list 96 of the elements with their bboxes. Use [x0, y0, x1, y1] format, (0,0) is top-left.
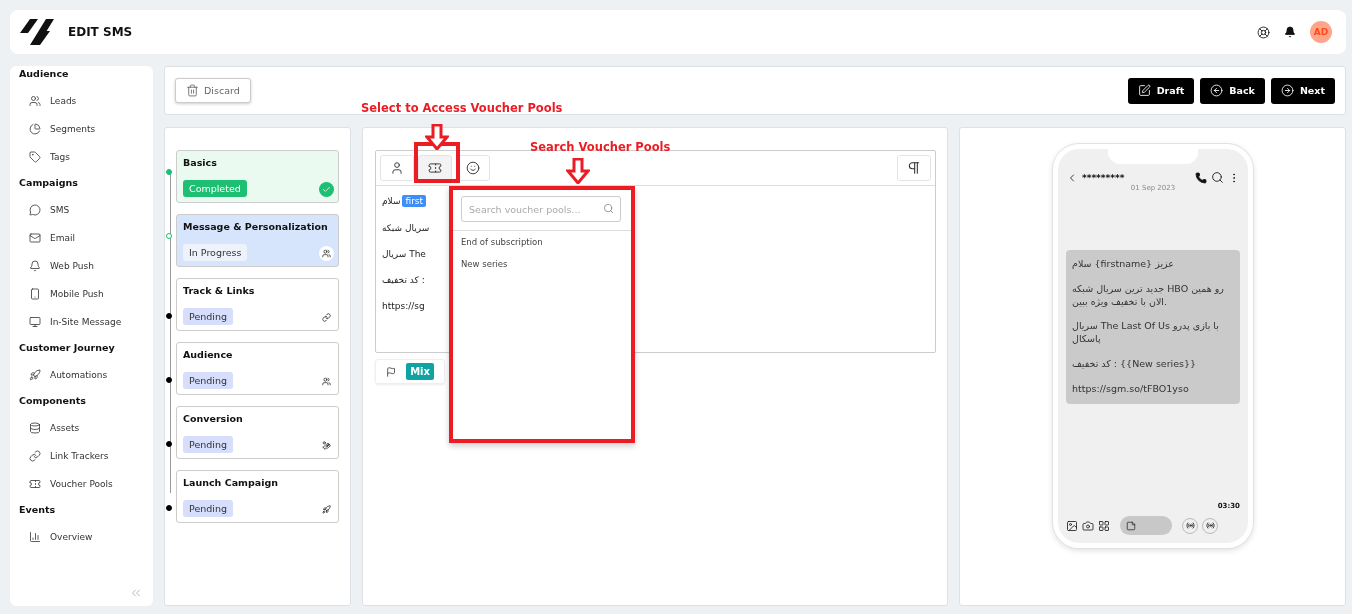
ticket-icon — [29, 478, 41, 490]
search-icon — [603, 203, 614, 214]
smiley-icon — [466, 161, 480, 175]
message-line: کد تخفیف : — [382, 275, 425, 285]
edit-icon — [1137, 84, 1151, 97]
step-dot — [166, 169, 172, 175]
message-input-field[interactable] — [1120, 516, 1172, 535]
nav-item[interactable]: Web Push — [19, 252, 144, 280]
trash-icon — [186, 84, 199, 97]
nav-item[interactable]: Leads — [19, 87, 144, 115]
toolbar-button[interactable]: Next — [1270, 77, 1335, 104]
message-line: https://sg — [382, 301, 425, 311]
message-text: https://sgm.so/tFBO1yso — [1072, 382, 1190, 396]
annotation-label: Search Voucher Pools — [530, 140, 671, 154]
nav-item[interactable]: Tags — [19, 143, 144, 171]
nav-item[interactable]: Email — [19, 224, 144, 252]
contact-name: ********* — [1082, 172, 1126, 183]
step-title: Message & Personalization — [183, 221, 329, 232]
user-icon — [390, 161, 404, 175]
text-direction-button[interactable] — [897, 155, 931, 181]
rocket-icon — [29, 369, 41, 381]
ticket-icon — [428, 161, 442, 175]
nav-item[interactable]: Mobile Push — [19, 280, 144, 308]
status-badge: Pending — [183, 500, 233, 517]
phone-call-icon — [1195, 171, 1207, 184]
discard-button[interactable]: Discard — [175, 78, 251, 103]
nav-item[interactable]: Automations — [19, 361, 144, 389]
toolbar-button[interactable]: Draft — [1127, 77, 1195, 104]
bell-icon — [29, 260, 41, 272]
message-line: سلام — [382, 196, 401, 206]
message-text: سریال The Last Of Us با بازی پدرو پاسکال — [1072, 320, 1220, 347]
nav-item[interactable]: Link Trackers — [19, 442, 144, 470]
status-badge: Completed — [183, 180, 247, 197]
step-dot — [166, 441, 172, 447]
status-badge: In Progress — [183, 244, 248, 261]
status-badge: Pending — [183, 372, 233, 389]
step-title: Audience — [183, 349, 234, 360]
toolbar-button[interactable]: Back — [1200, 77, 1265, 104]
section-title: Audience — [19, 68, 70, 79]
step-dot — [166, 313, 172, 319]
section-title: Components — [19, 395, 87, 406]
editor-tool-button[interactable] — [418, 155, 452, 181]
nav-item[interactable]: In-Site Message — [19, 308, 144, 336]
variable-tag: first — [402, 195, 427, 207]
message-line: سریال The — [382, 249, 426, 259]
step-title: Conversion — [183, 413, 244, 424]
search-icon — [1211, 171, 1224, 184]
editor-tool-button[interactable] — [380, 155, 414, 181]
users-icon — [319, 246, 334, 261]
chart-icon — [29, 531, 41, 543]
camera-icon — [1082, 519, 1094, 532]
search-field[interactable]: Search voucher pools... — [461, 196, 621, 222]
nav-item[interactable]: Assets — [19, 414, 144, 442]
users-icon — [29, 95, 41, 107]
image-icon — [1066, 519, 1078, 532]
notification-icon — [1284, 26, 1296, 38]
logo-icon — [20, 19, 54, 45]
monitor-icon — [29, 316, 41, 328]
phone-icon — [29, 288, 41, 300]
nav-item[interactable]: Segments — [19, 115, 144, 143]
database-icon — [29, 422, 41, 434]
arrow-left-icon — [1210, 84, 1224, 97]
dropdown-option[interactable]: End of subscription — [453, 231, 631, 253]
step-dot — [166, 377, 172, 383]
section-title: Customer Journey — [19, 342, 116, 353]
dropdown-option[interactable]: New series — [453, 253, 631, 275]
check-icon — [319, 182, 334, 197]
message-text: جدید ترین سریال شبکه HBO رو همین الان با تخفیف ویژه ببین. — [1072, 282, 1225, 309]
step-dot — [166, 505, 172, 511]
nav-item[interactable]: Voucher Pools — [19, 470, 144, 498]
help-icon — [1257, 25, 1270, 39]
link-icon — [29, 450, 41, 462]
section-title: Campaigns — [19, 177, 79, 188]
message-text: سلام {firstname} عزیز — [1072, 258, 1175, 271]
down-arrow-icon — [566, 158, 590, 184]
page-title: EDIT SMS — [68, 25, 134, 39]
message-line: سریال شبکه — [382, 223, 430, 233]
pilcrow-icon — [906, 160, 922, 176]
annotation-label: Select to Access Voucher Pools — [361, 101, 563, 115]
step-title: Launch Campaign — [183, 477, 279, 488]
nav-item[interactable]: SMS — [19, 196, 144, 224]
chat-bubble-icon — [29, 204, 41, 216]
step-title: Track & Links — [183, 285, 256, 296]
pie-chart-icon — [29, 123, 41, 135]
nav-item[interactable]: Overview — [19, 523, 144, 551]
arrow-right-icon — [1280, 84, 1294, 97]
status-badge: Pending — [183, 436, 233, 453]
step-title: Basics — [183, 157, 218, 168]
status-badge: Pending — [183, 308, 233, 325]
note-icon — [1126, 520, 1136, 531]
message-text: کد تخفیف : {{New series}} — [1072, 358, 1198, 371]
grid-icon — [1098, 519, 1110, 532]
encoding-tag: Mix — [406, 363, 434, 380]
section-title: Events — [19, 504, 57, 515]
tag-icon — [29, 151, 41, 163]
envelope-icon — [29, 232, 41, 244]
